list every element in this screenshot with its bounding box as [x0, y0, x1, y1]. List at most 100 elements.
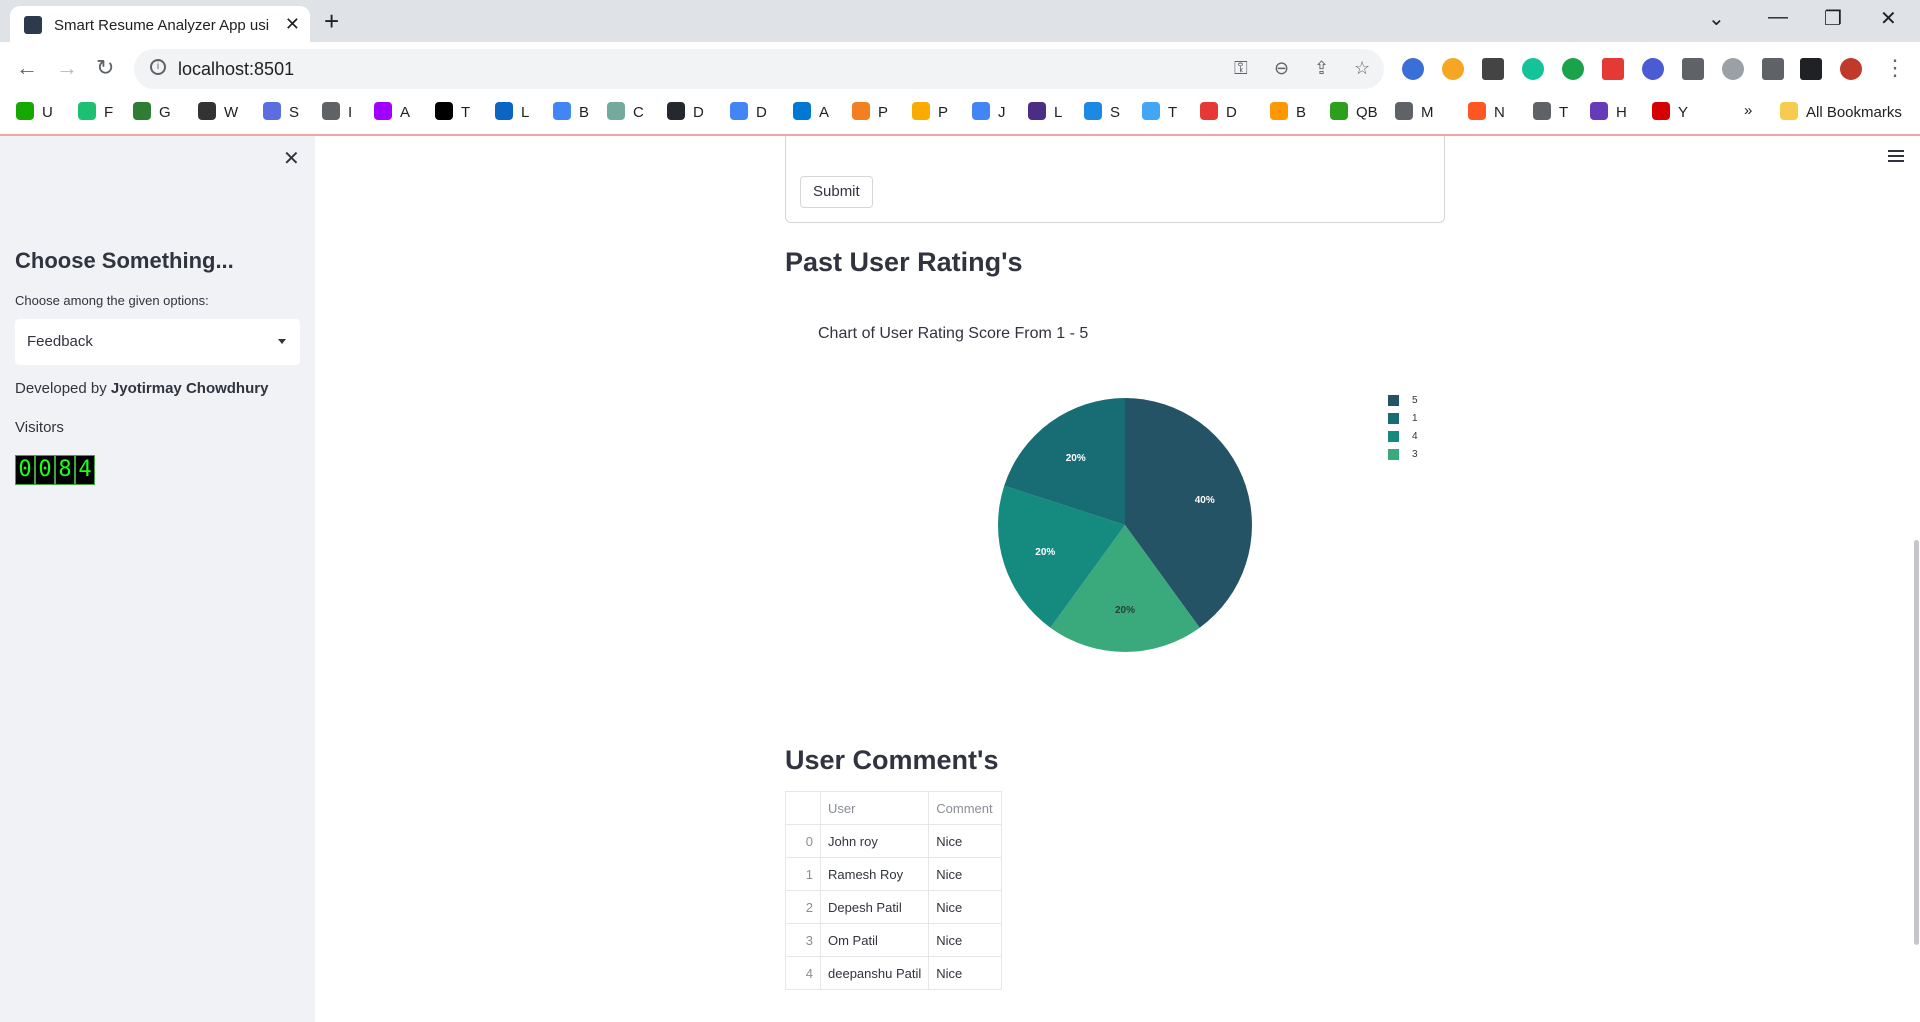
profile-avatar[interactable] — [1840, 58, 1862, 80]
bookmark-item[interactable]: I — [322, 102, 352, 121]
column-header-user[interactable]: User — [819, 791, 930, 825]
bookmark-label: B — [1296, 104, 1307, 121]
extension-1-icon[interactable] — [1402, 58, 1424, 80]
bookmark-item[interactable]: T — [435, 102, 470, 121]
bookmark-item[interactable]: Y — [1652, 102, 1688, 121]
new-tab-button[interactable]: + — [324, 6, 339, 37]
bookmark-label: J — [998, 104, 1006, 121]
tab-search-chevron-icon[interactable]: ⌄ — [1708, 6, 1725, 31]
options-select[interactable]: Feedback — [15, 319, 300, 365]
pie-slice-label: 20% — [1066, 453, 1086, 464]
bookmark-item[interactable]: P — [852, 102, 888, 121]
bookmark-label: F — [104, 104, 114, 121]
bookmark-item[interactable]: B — [553, 102, 589, 121]
app-favicon-icon — [24, 16, 42, 34]
column-header-index[interactable] — [785, 791, 821, 825]
bookmark-item[interactable]: J — [972, 102, 1006, 121]
bookmark-item[interactable]: D — [1200, 102, 1237, 121]
counter-digit: 0 — [15, 455, 35, 485]
share-icon[interactable]: ⇪ — [1314, 58, 1329, 79]
bookmark-item[interactable]: T — [1533, 102, 1568, 121]
performance-icon[interactable] — [1722, 58, 1744, 80]
bookmark-item[interactable]: M — [1395, 102, 1434, 121]
bookmark-item[interactable]: B — [1270, 102, 1306, 121]
pie-slice-label: 40% — [1195, 495, 1215, 506]
grammarly-icon[interactable] — [1522, 58, 1544, 80]
site-info-icon[interactable]: i — [150, 59, 166, 75]
browser-menu-icon[interactable]: ⋮ — [1884, 55, 1906, 81]
bookmark-item[interactable]: U — [16, 102, 53, 121]
restore-icon[interactable]: ❐ — [1824, 6, 1842, 31]
bookmark-item[interactable]: G — [133, 102, 171, 121]
back-arrow-icon[interactable]: ← — [16, 55, 38, 81]
bookmark-item[interactable]: T — [1142, 102, 1177, 121]
bookmark-item[interactable]: W — [198, 102, 238, 121]
bookmark-item[interactable]: S — [263, 102, 299, 121]
bookmark-item[interactable]: A — [374, 102, 410, 121]
extension-6-icon[interactable] — [1602, 58, 1624, 80]
bookmark-item[interactable]: S — [1084, 102, 1120, 121]
submit-button[interactable]: Submit — [800, 176, 873, 208]
bookmark-item[interactable]: D — [667, 102, 704, 121]
bookmark-item[interactable]: QB — [1330, 102, 1378, 121]
legend-label: 4 — [1412, 431, 1418, 442]
bookmark-favicon-icon — [1395, 102, 1413, 120]
tab-close-icon[interactable]: ✕ — [285, 14, 300, 35]
minimize-icon[interactable]: — — [1768, 6, 1788, 29]
zoom-icon[interactable]: ⊖ — [1274, 58, 1289, 79]
more-bookmarks-icon[interactable]: » — [1744, 102, 1752, 119]
bookmark-favicon-icon — [1270, 102, 1288, 120]
bookmark-item[interactable]: C — [607, 102, 644, 121]
extension-5-icon[interactable] — [1562, 58, 1584, 80]
comment-cell: Nice — [928, 956, 1003, 990]
table-row[interactable]: 4 deepanshu Patil Nice — [785, 956, 1003, 990]
sidebar-heading: Choose Something... — [15, 248, 234, 273]
bookmark-favicon-icon — [1028, 102, 1046, 120]
legend-swatch — [1388, 449, 1399, 460]
bookmark-item[interactable]: N — [1468, 102, 1505, 121]
bookmark-item[interactable]: D — [730, 102, 767, 121]
bookmark-favicon-icon — [374, 102, 392, 120]
address-bar[interactable]: i localhost:8501 ⚿ ⊖ ⇪ ☆ — [134, 49, 1384, 89]
all-bookmarks-folder[interactable]: All Bookmarks — [1780, 102, 1902, 121]
table-row[interactable]: 0 John roy Nice — [785, 824, 1003, 858]
legend-label: 3 — [1412, 449, 1418, 460]
browser-tab[interactable]: Smart Resume Analyzer App usi ✕ — [10, 6, 310, 42]
forward-arrow-icon[interactable]: → — [56, 55, 78, 81]
reload-icon[interactable]: ↻ — [96, 55, 114, 81]
table-row[interactable]: 2 Depesh Patil Nice — [785, 890, 1003, 924]
extension-3-icon[interactable] — [1482, 58, 1504, 80]
comment-cell: Nice — [928, 923, 1003, 957]
extensions-puzzle-icon[interactable] — [1682, 58, 1704, 80]
bookmark-label: D — [756, 104, 767, 121]
legend-label: 1 — [1412, 413, 1418, 424]
main-menu-icon[interactable] — [1888, 150, 1904, 165]
rating-pie-chart: 40% 20% 20% 20% — [998, 398, 1252, 652]
window-close-icon[interactable]: ✕ — [1880, 6, 1897, 31]
table-row[interactable]: 1 Ramesh Roy Nice — [785, 857, 1003, 891]
bookmark-item[interactable]: P — [912, 102, 948, 121]
bookmark-label: T — [1559, 104, 1569, 121]
bookmark-item[interactable]: H — [1590, 102, 1627, 121]
side-panel-icon[interactable] — [1800, 58, 1822, 80]
user-cell: Depesh Patil — [819, 890, 930, 924]
page-scrollbar[interactable] — [1914, 540, 1919, 945]
bookmark-item[interactable]: L — [1028, 102, 1062, 121]
extension-7-icon[interactable] — [1642, 58, 1664, 80]
column-header-comment[interactable]: Comment — [928, 791, 1003, 825]
bookmark-favicon-icon — [912, 102, 930, 120]
bookmark-label: S — [1110, 104, 1121, 121]
table-row[interactable]: 3 Om Patil Nice — [785, 923, 1003, 957]
bookmark-favicon-icon — [1330, 102, 1348, 120]
bookmark-item[interactable]: A — [793, 102, 829, 121]
bookmark-item[interactable]: F — [78, 102, 113, 121]
user-cell: Om Patil — [819, 923, 930, 957]
bookmark-item[interactable]: L — [495, 102, 529, 121]
sidebar-close-icon[interactable]: ✕ — [283, 146, 300, 171]
bookmark-star-icon[interactable]: ☆ — [1354, 58, 1370, 79]
extension-2-icon[interactable] — [1442, 58, 1464, 80]
download-icon[interactable] — [1762, 58, 1784, 80]
comment-cell: Nice — [928, 890, 1003, 924]
bookmark-label: B — [579, 104, 590, 121]
key-icon[interactable]: ⚿ — [1234, 58, 1248, 79]
